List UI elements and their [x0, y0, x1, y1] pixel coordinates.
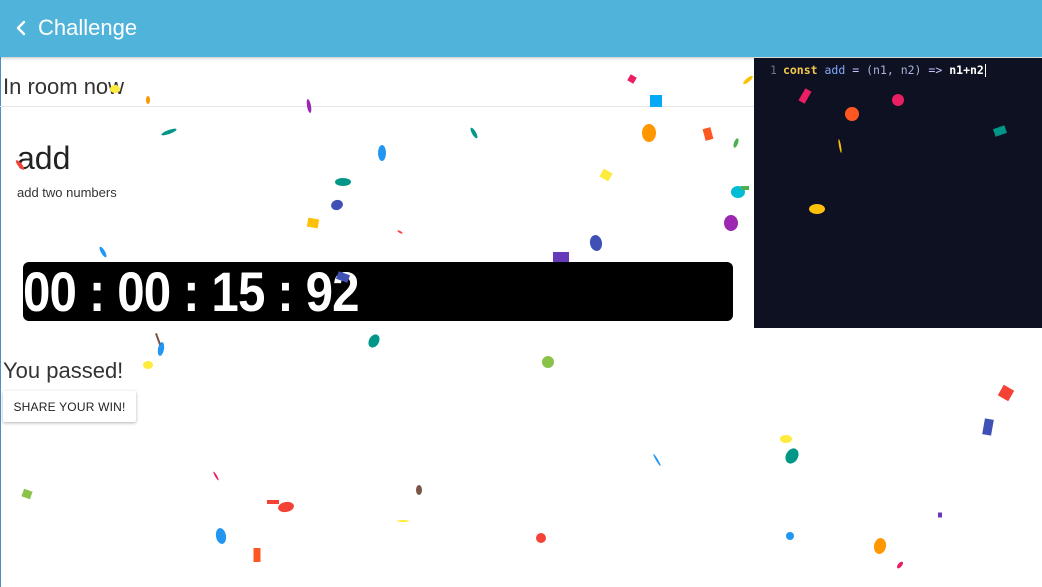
confetti-piece — [786, 532, 794, 540]
confetti-piece — [215, 528, 227, 544]
confetti-piece — [331, 199, 343, 211]
code-arrow: => — [928, 63, 943, 77]
timer-value: 00 : 00 : 15 : 92 — [23, 260, 360, 323]
confetti-piece — [642, 124, 656, 142]
share-button[interactable]: SHARE YOUR WIN! — [3, 391, 136, 422]
confetti-piece — [780, 435, 792, 443]
code-keyword: const — [782, 63, 818, 77]
result-message: You passed! — [3, 358, 124, 383]
confetti-piece — [982, 418, 994, 436]
back-button[interactable] — [9, 14, 33, 42]
code-function-name: add — [824, 63, 846, 77]
confetti-piece — [416, 485, 422, 495]
confetti-piece — [157, 342, 165, 356]
confetti-piece — [470, 127, 478, 139]
confetti-piece — [731, 186, 745, 198]
confetti-piece — [536, 533, 546, 543]
confetti-piece — [306, 217, 320, 229]
divider — [0, 106, 754, 107]
confetti-piece — [253, 548, 261, 562]
confetti-piece — [653, 453, 661, 467]
confetti-piece — [278, 501, 294, 513]
confetti-piece — [21, 488, 33, 500]
confetti-piece — [155, 333, 161, 345]
confetti-piece — [599, 168, 613, 182]
confetti-piece — [785, 448, 799, 464]
problem-description: add two numbers — [17, 185, 117, 200]
confetti-piece — [213, 471, 219, 481]
code-assign: = — [852, 63, 860, 77]
confetti-piece — [368, 334, 380, 348]
window-border — [0, 0, 1, 587]
text-cursor — [984, 64, 986, 77]
confetti-piece — [873, 538, 887, 554]
confetti-piece — [589, 235, 603, 251]
confetti-piece — [702, 127, 714, 141]
code-line[interactable]: 1 const add = (n1, n2) => n1+n2 — [770, 63, 986, 77]
confetti-piece — [997, 384, 1015, 402]
confetti-piece — [161, 128, 177, 136]
problem-title: add — [17, 140, 71, 176]
chevron-left-icon — [16, 20, 26, 36]
confetti-piece — [146, 96, 150, 104]
confetti-piece — [553, 252, 569, 262]
room-status: In room now — [3, 74, 125, 99]
code-body: n1+n2 — [949, 63, 984, 77]
confetti-piece — [397, 230, 403, 234]
confetti-piece — [335, 178, 351, 186]
confetti-piece — [627, 74, 637, 84]
page-title: Challenge — [38, 15, 138, 40]
code-editor[interactable]: 1 const add = (n1, n2) => n1+n2 — [754, 58, 1042, 328]
confetti-piece — [267, 500, 279, 504]
confetti-piece — [897, 561, 903, 569]
confetti-piece — [378, 145, 386, 161]
confetti-piece — [542, 356, 554, 368]
confetti-piece — [143, 361, 153, 369]
app-bar: Challenge — [0, 0, 1042, 57]
confetti-piece — [724, 215, 738, 231]
confetti-piece — [741, 186, 749, 190]
line-number: 1 — [770, 63, 777, 77]
confetti-piece — [938, 512, 942, 518]
confetti-piece — [733, 138, 739, 148]
timer-display: 00 : 00 : 15 : 92 — [23, 260, 733, 323]
code-params: (n1, n2) — [866, 63, 922, 77]
confetti-piece — [743, 75, 753, 85]
confetti-piece — [397, 520, 409, 522]
confetti-piece — [99, 246, 107, 258]
